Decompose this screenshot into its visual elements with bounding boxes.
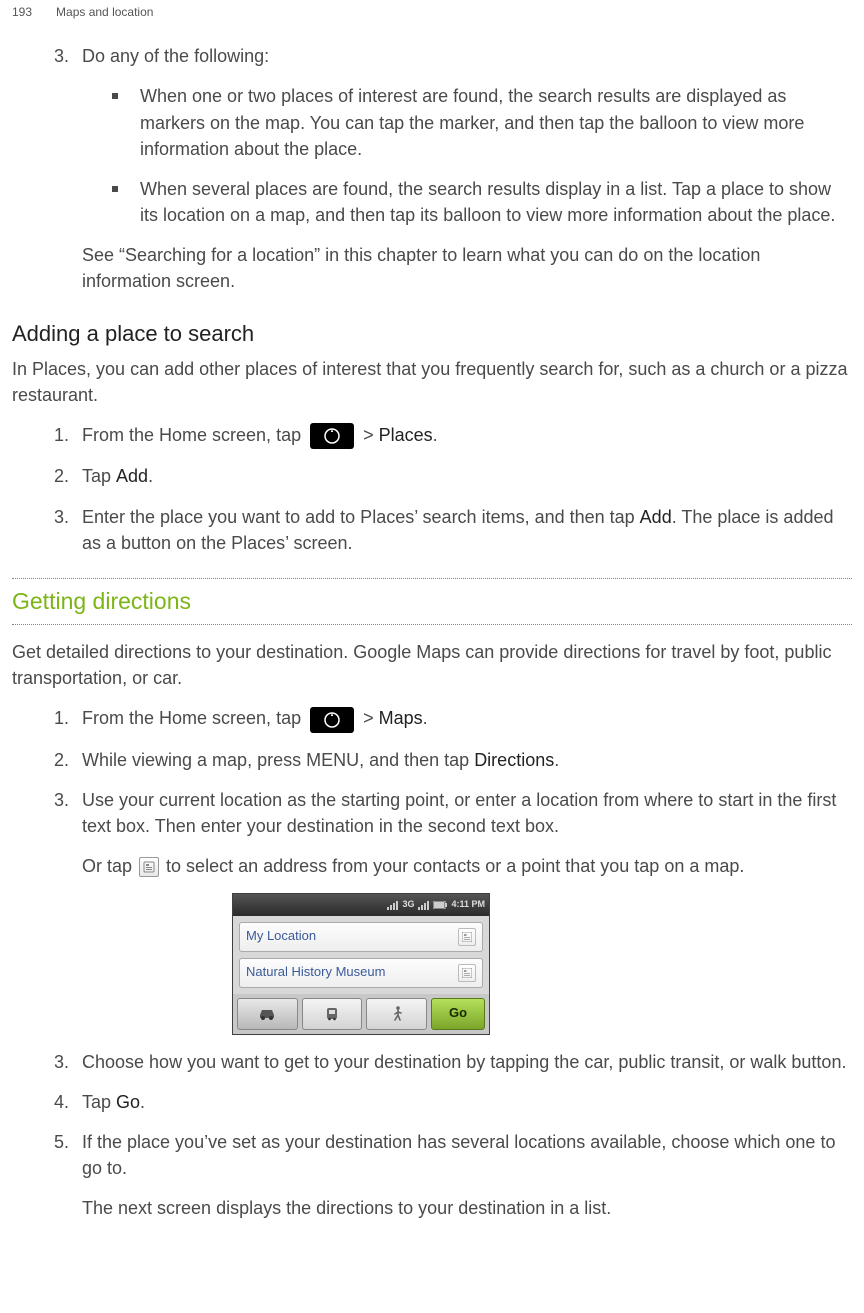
note-text: The next screen displays the directions … bbox=[82, 1195, 852, 1221]
step-text: Use your current location as the startin… bbox=[82, 790, 836, 836]
step-3: 3. Enter the place you want to add to Pl… bbox=[54, 504, 852, 556]
step-2: 2. While viewing a map, press MENU, and … bbox=[54, 747, 852, 773]
bullet-text: When one or two places of interest are f… bbox=[140, 86, 804, 158]
step-text: Choose how you want to get to your desti… bbox=[82, 1052, 846, 1072]
step-text-part: > bbox=[363, 708, 379, 728]
section-heading: Getting directions bbox=[12, 585, 852, 618]
step-3: 3. Do any of the following: When one or … bbox=[54, 43, 852, 294]
step-number: 3. bbox=[54, 504, 69, 530]
step-text-part: While viewing a map, press MENU, and the… bbox=[82, 750, 474, 770]
step-text-part: . bbox=[148, 466, 153, 486]
section-divider bbox=[12, 578, 852, 579]
signal-icon bbox=[418, 900, 429, 910]
contact-picker-icon[interactable] bbox=[458, 964, 476, 982]
step-text-part: . bbox=[433, 425, 438, 445]
mode-bar: Go bbox=[233, 994, 489, 1034]
walk-mode-button[interactable] bbox=[366, 998, 427, 1030]
step-text-part: Or tap bbox=[82, 856, 137, 876]
step-3: 3. Use your current location as the star… bbox=[54, 787, 852, 1035]
signal-icon bbox=[387, 900, 398, 910]
add-label: Add bbox=[116, 466, 148, 486]
contact-picker-icon bbox=[139, 857, 159, 877]
clock-text: 4:11 PM bbox=[451, 898, 485, 911]
destination-field[interactable]: Natural History Museum bbox=[239, 958, 483, 988]
step-4: 4. Tap Go. bbox=[54, 1089, 852, 1115]
page-number: 193 bbox=[12, 4, 32, 21]
battery-icon bbox=[433, 901, 447, 909]
step-text-part: Enter the place you want to add to Place… bbox=[82, 507, 640, 527]
bus-icon bbox=[324, 1006, 340, 1022]
step-number: 4. bbox=[54, 1089, 69, 1115]
chapter-title: Maps and location bbox=[56, 4, 153, 21]
step-text-part: > bbox=[363, 425, 379, 445]
step-1: 1. From the Home screen, tap > Maps. bbox=[54, 705, 852, 732]
step-number: 2. bbox=[54, 747, 69, 773]
intro-text: Get detailed directions to your destinat… bbox=[12, 639, 852, 691]
section-divider bbox=[12, 624, 852, 625]
step-text: If the place you’ve set as your destinat… bbox=[82, 1132, 835, 1178]
step-text-part: Tap bbox=[82, 466, 116, 486]
field-value: My Location bbox=[246, 927, 316, 946]
maps-label: Maps bbox=[379, 708, 423, 728]
places-label: Places bbox=[379, 425, 433, 445]
car-mode-button[interactable] bbox=[237, 998, 298, 1030]
step-number: 3. bbox=[54, 43, 69, 69]
network-3g-label: 3G bbox=[402, 898, 414, 911]
step-text: Do any of the following: bbox=[82, 46, 269, 66]
step-2: 2. Tap Add. bbox=[54, 463, 852, 489]
transit-mode-button[interactable] bbox=[302, 998, 363, 1030]
step-number: 1. bbox=[54, 705, 69, 731]
page-header: 193 Maps and location bbox=[12, 0, 852, 43]
step-number: 3. bbox=[54, 1049, 69, 1075]
directions-screenshot: 3G 4:11 PM My Location Natural History M… bbox=[232, 893, 490, 1035]
subsection-heading: Adding a place to search bbox=[12, 318, 852, 350]
step-text-part: to select an address from your contacts … bbox=[166, 856, 744, 876]
app-launcher-icon bbox=[310, 423, 354, 449]
or-text: Or tap to select an address from your co… bbox=[82, 853, 852, 879]
car-icon bbox=[257, 1007, 277, 1021]
step-number: 5. bbox=[54, 1129, 69, 1155]
step-text-part: From the Home screen, tap bbox=[82, 708, 306, 728]
add-label: Add bbox=[640, 507, 672, 527]
field-value: Natural History Museum bbox=[246, 963, 385, 982]
step-text-part: . bbox=[554, 750, 559, 770]
start-location-field[interactable]: My Location bbox=[239, 922, 483, 952]
go-button[interactable]: Go bbox=[431, 998, 485, 1030]
step-3b: 3. Choose how you want to get to your de… bbox=[54, 1049, 852, 1075]
step-1: 1. From the Home screen, tap > Places. bbox=[54, 422, 852, 449]
intro-text: In Places, you can add other places of i… bbox=[12, 356, 852, 408]
step-text-part: From the Home screen, tap bbox=[82, 425, 306, 445]
go-label: Go bbox=[116, 1092, 140, 1112]
step-text-part: . bbox=[140, 1092, 145, 1112]
go-label: Go bbox=[449, 1004, 467, 1023]
directions-label: Directions bbox=[474, 750, 554, 770]
step-text-part: . bbox=[423, 708, 428, 728]
bullet-item: When several places are found, the searc… bbox=[112, 176, 852, 228]
step-number: 1. bbox=[54, 422, 69, 448]
status-bar: 3G 4:11 PM bbox=[233, 894, 489, 916]
walk-icon bbox=[391, 1006, 403, 1022]
app-launcher-icon bbox=[310, 707, 354, 733]
step-5: 5. If the place you’ve set as your desti… bbox=[54, 1129, 852, 1221]
note-text: See “Searching for a location” in this c… bbox=[82, 242, 852, 294]
step-number: 3. bbox=[54, 787, 69, 813]
step-number: 2. bbox=[54, 463, 69, 489]
bullet-text: When several places are found, the searc… bbox=[140, 179, 835, 225]
bullet-item: When one or two places of interest are f… bbox=[112, 83, 852, 161]
step-text-part: Tap bbox=[82, 1092, 116, 1112]
contact-picker-icon[interactable] bbox=[458, 928, 476, 946]
